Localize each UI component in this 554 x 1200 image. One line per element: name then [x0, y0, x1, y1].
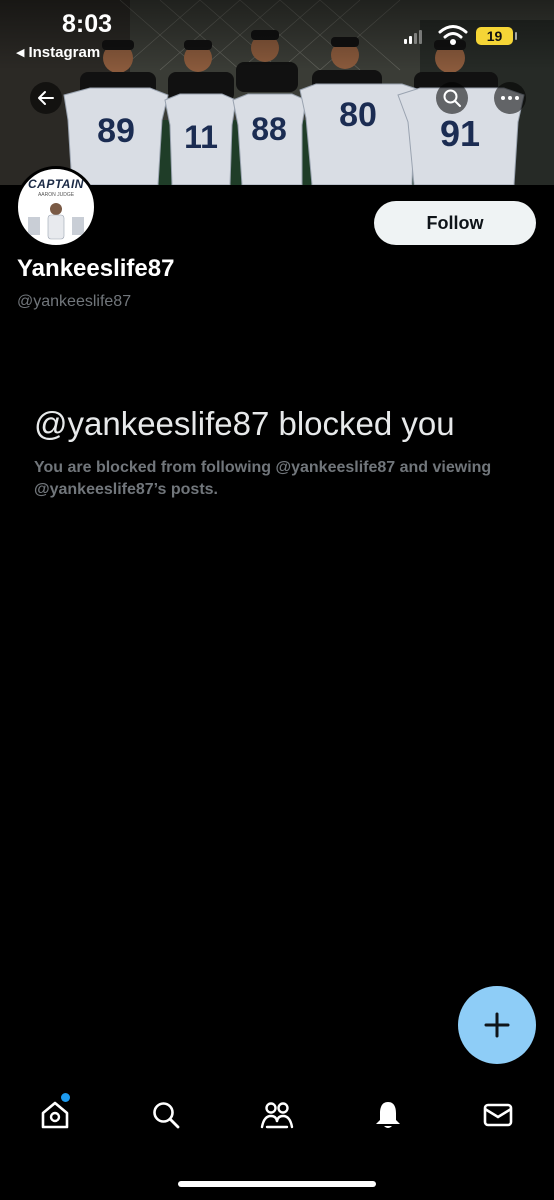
- back-to-app-link[interactable]: ◀ Instagram: [16, 44, 100, 61]
- more-icon: [501, 96, 519, 100]
- status-time: 8:03: [62, 10, 113, 38]
- home-icon: [41, 1101, 69, 1129]
- nav-communities[interactable]: [247, 1085, 307, 1145]
- wifi-icon: [438, 25, 468, 45]
- home-notification-dot: [61, 1093, 70, 1102]
- follow-button[interactable]: Follow: [374, 201, 536, 245]
- svg-text:89: 89: [97, 112, 135, 150]
- avatar-player-image: [28, 203, 84, 240]
- battery-indicator: 19: [476, 27, 517, 45]
- nav-messages[interactable]: [468, 1085, 528, 1145]
- nav-explore[interactable]: [136, 1085, 196, 1145]
- compose-post-button[interactable]: [458, 986, 536, 1064]
- bell-icon: [376, 1102, 400, 1128]
- plus-icon: [484, 1012, 510, 1038]
- nav-notifications[interactable]: [358, 1085, 418, 1145]
- profile-search-button[interactable]: [436, 82, 468, 114]
- blocked-description: You are blocked from following @yankeesl…: [34, 459, 492, 498]
- svg-text:91: 91: [440, 113, 480, 154]
- profile-handle: @yankeeslife87: [17, 293, 132, 310]
- cellular-signal-icon: [404, 30, 422, 44]
- more-options-button[interactable]: [494, 82, 526, 114]
- bottom-navigation: [0, 1085, 554, 1145]
- back-app-label: Instagram: [28, 44, 101, 61]
- back-triangle-icon: ◀: [16, 47, 25, 59]
- home-indicator: [178, 1181, 376, 1187]
- svg-text:88: 88: [251, 111, 287, 147]
- search-icon: [443, 89, 461, 107]
- svg-text:80: 80: [339, 96, 377, 134]
- back-arrow-icon: [38, 91, 54, 105]
- svg-text:11: 11: [184, 119, 218, 155]
- profile-avatar[interactable]: CAPTAIN AARON JUDGE: [15, 166, 97, 248]
- mail-icon: [483, 1103, 513, 1127]
- back-button[interactable]: [30, 82, 62, 114]
- profile-display-name: Yankeeslife87: [17, 255, 175, 282]
- nav-home[interactable]: [25, 1085, 85, 1145]
- communities-icon: [260, 1102, 294, 1129]
- search-icon: [153, 1102, 180, 1129]
- blocked-title: @yankeeslife87 blocked you: [34, 405, 455, 442]
